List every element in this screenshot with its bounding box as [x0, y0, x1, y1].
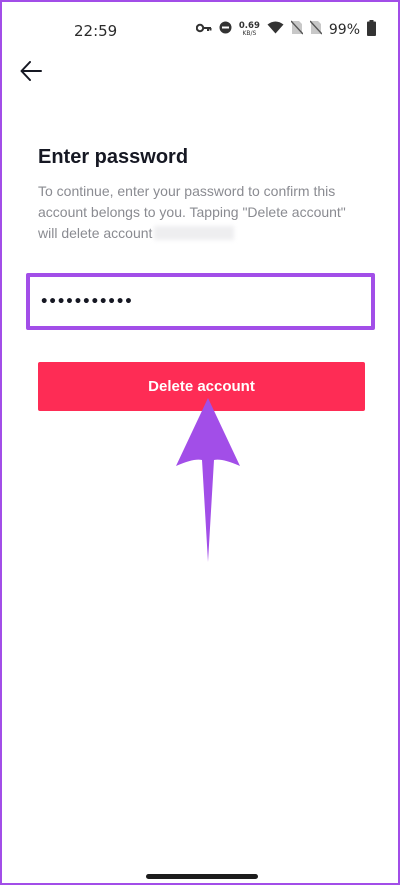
status-icons: 0.69 KB/S 99%	[195, 19, 376, 41]
page-title: Enter password	[38, 146, 189, 168]
battery-percentage: 99%	[328, 22, 360, 38]
no-sim-icon	[290, 20, 304, 40]
wifi-icon	[267, 21, 284, 39]
page-description: To continue, enter your password to conf…	[38, 181, 368, 244]
password-input[interactable]	[30, 277, 371, 326]
back-button[interactable]	[16, 58, 46, 88]
home-indicator[interactable]	[146, 874, 258, 879]
battery-icon	[367, 19, 376, 41]
do-not-disturb-icon	[219, 21, 232, 39]
arrow-annotation-icon	[174, 398, 242, 564]
redacted-username	[154, 226, 235, 240]
no-sim-icon	[309, 20, 323, 40]
app-screen: 22:59 0.69 KB/S 99% Enter password To co…	[2, 2, 398, 883]
network-speed-value: 0.69	[238, 21, 260, 31]
status-time: 22:59	[74, 22, 118, 40]
network-speed: 0.69 KB/S	[239, 22, 260, 38]
key-icon	[195, 21, 212, 39]
network-speed-unit: KB/S	[242, 30, 257, 37]
status-bar: 22:59 0.69 KB/S 99%	[2, 2, 398, 42]
back-arrow-icon	[20, 60, 42, 86]
